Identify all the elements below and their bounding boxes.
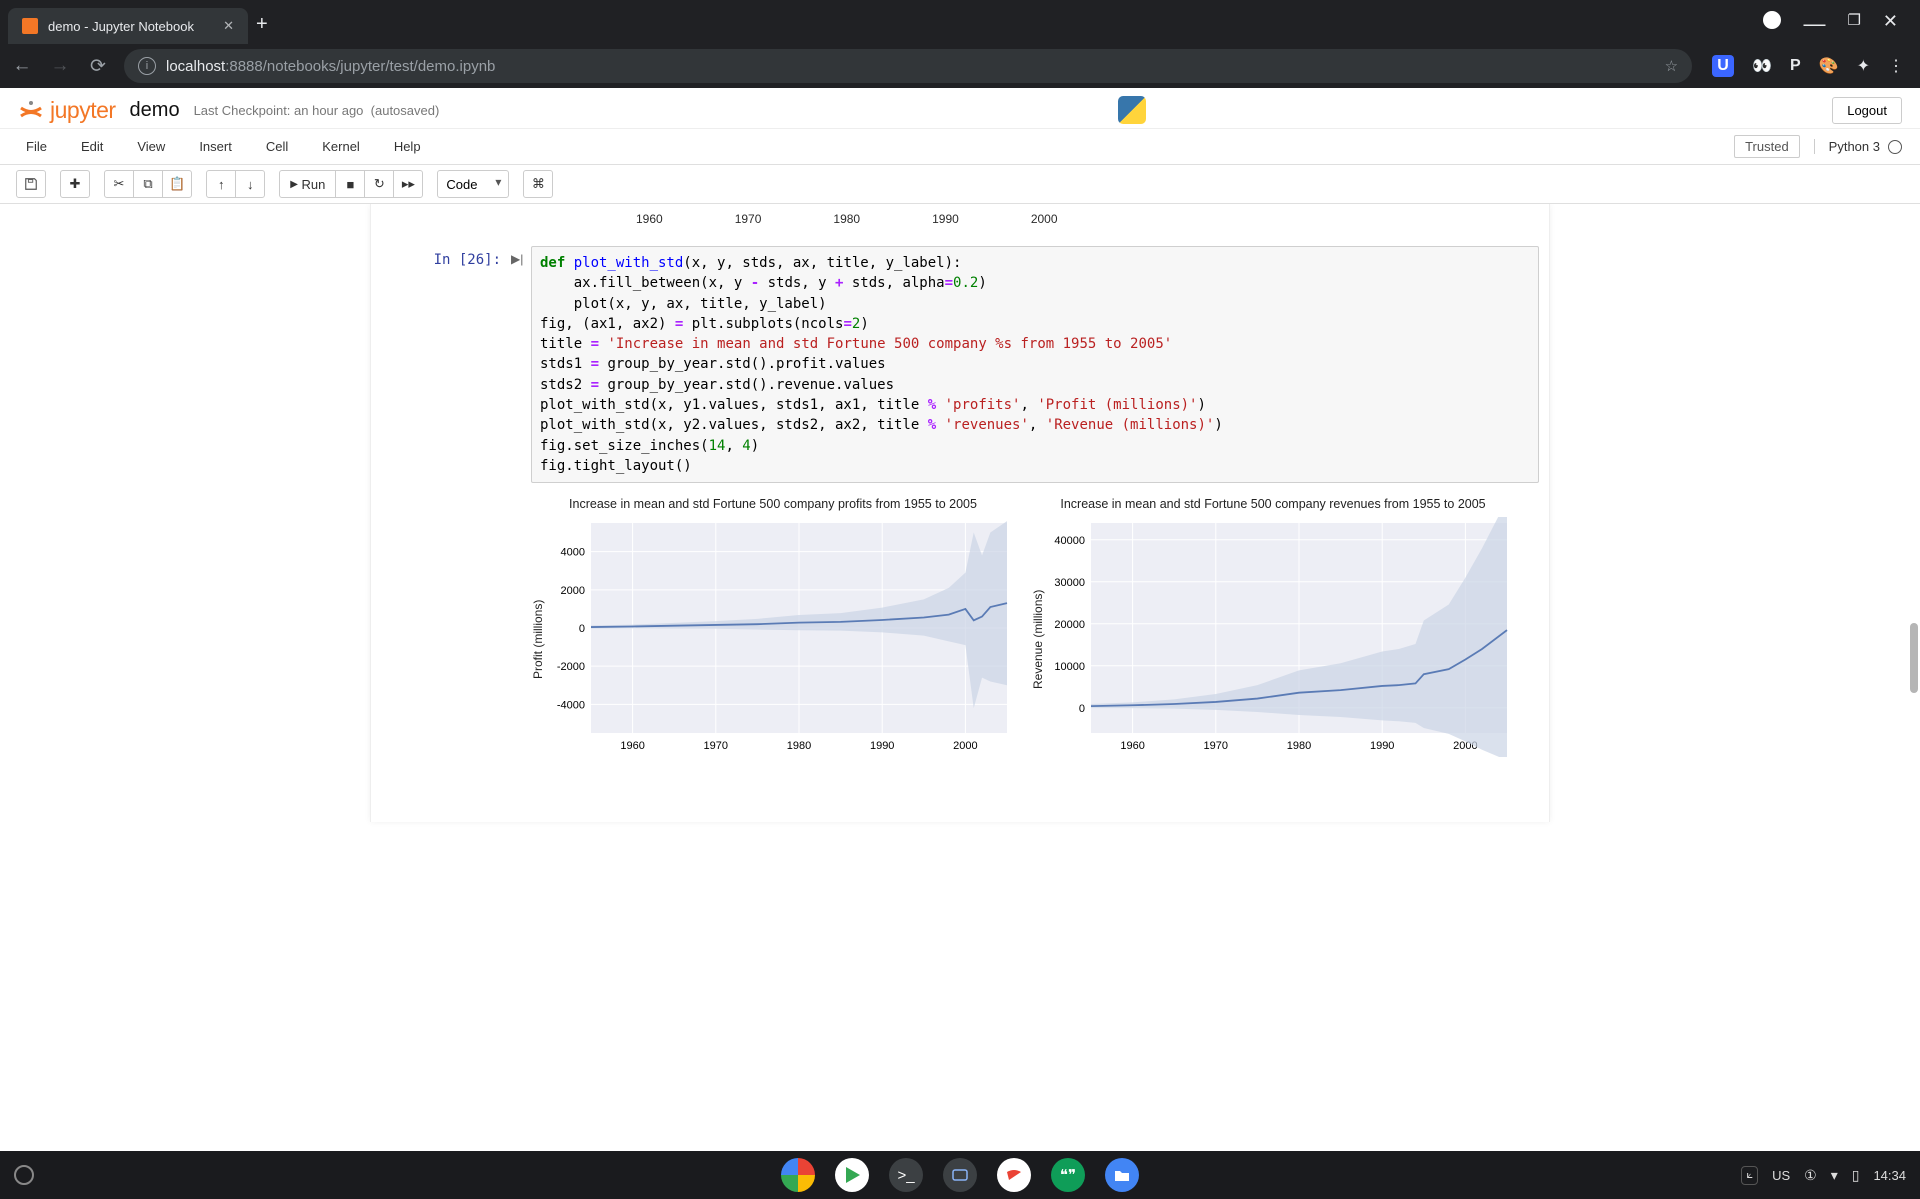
svg-text:10000: 10000 bbox=[1054, 661, 1085, 673]
url-text: localhost:8888/notebooks/jupyter/test/de… bbox=[166, 58, 495, 75]
svg-text:40000: 40000 bbox=[1054, 535, 1085, 547]
insert-cell-button[interactable]: ✚ bbox=[60, 170, 90, 198]
restart-button[interactable]: ↻ bbox=[364, 170, 394, 198]
app-chrome-icon[interactable] bbox=[781, 1158, 815, 1192]
site-info-icon[interactable]: i bbox=[138, 57, 156, 75]
maximize-icon[interactable]: ❐ bbox=[1847, 11, 1860, 37]
address-bar[interactable]: i localhost:8888/notebooks/jupyter/test/… bbox=[124, 49, 1692, 83]
svg-text:2000: 2000 bbox=[953, 740, 977, 752]
code-cell[interactable]: In [26]: ▶| def plot_with_std(x, y, stds… bbox=[381, 246, 1539, 483]
jupyter-logo[interactable]: jupyter bbox=[18, 97, 116, 124]
browser-tab[interactable]: demo - Jupyter Notebook ✕ bbox=[8, 8, 248, 44]
copy-button[interactable]: ⧉ bbox=[133, 170, 163, 198]
svg-text:1970: 1970 bbox=[1204, 740, 1228, 752]
plot-ylabel: Profit (millions) bbox=[531, 517, 545, 762]
app-playstore-icon[interactable] bbox=[835, 1158, 869, 1192]
battery-icon[interactable]: ▯ bbox=[1852, 1167, 1860, 1184]
move-down-button[interactable]: ↓ bbox=[235, 170, 265, 198]
app-files-icon[interactable] bbox=[1105, 1158, 1139, 1192]
plot-title: Increase in mean and std Fortune 500 com… bbox=[1031, 497, 1515, 511]
extensions-puzzle-icon[interactable]: ✦ bbox=[1857, 56, 1870, 76]
plot-title: Increase in mean and std Fortune 500 com… bbox=[531, 497, 1015, 511]
output-plot-1: Increase in mean and std Fortune 500 com… bbox=[1031, 497, 1515, 762]
svg-text:1960: 1960 bbox=[620, 740, 644, 752]
run-button[interactable]: ▶ Run bbox=[279, 170, 336, 198]
profile-badge-icon[interactable] bbox=[1763, 11, 1781, 29]
python-logo-icon bbox=[1118, 96, 1146, 124]
cell-output: Increase in mean and std Fortune 500 com… bbox=[531, 497, 1539, 762]
extension-p-icon[interactable]: P bbox=[1790, 57, 1801, 75]
logout-button[interactable]: Logout bbox=[1832, 97, 1902, 124]
bookmark-star-icon[interactable]: ☆ bbox=[1665, 57, 1678, 75]
svg-text:1970: 1970 bbox=[704, 740, 728, 752]
cut-button[interactable]: ✂ bbox=[104, 170, 134, 198]
menu-view[interactable]: View bbox=[137, 139, 165, 154]
cell-type-select[interactable]: Code bbox=[437, 170, 509, 198]
kernel-indicator[interactable]: Python 3 bbox=[1814, 139, 1902, 154]
plot-ylabel: Revenue (millions) bbox=[1031, 517, 1045, 762]
menu-help[interactable]: Help bbox=[394, 139, 421, 154]
paste-button[interactable]: 📋 bbox=[162, 170, 192, 198]
wifi-icon[interactable]: ▾ bbox=[1831, 1167, 1838, 1184]
svg-text:0: 0 bbox=[1079, 703, 1085, 715]
jupyter-logo-icon bbox=[18, 97, 44, 123]
toolbar: ✚ ✂ ⧉ 📋 ↑ ↓ ▶ Run ■ ↻ ▸▸ Code ⌘ bbox=[0, 165, 1920, 204]
cell-run-icon[interactable]: ▶| bbox=[511, 246, 531, 483]
checkpoint-text: Last Checkpoint: an hour ago (autosaved) bbox=[194, 103, 440, 118]
app-stadia-icon[interactable] bbox=[997, 1158, 1031, 1192]
extension-paint-icon[interactable]: 🎨 bbox=[1819, 56, 1839, 76]
forward-icon[interactable]: → bbox=[48, 55, 72, 77]
page-scrollbar[interactable] bbox=[1904, 88, 1920, 1151]
save-button[interactable] bbox=[16, 170, 46, 198]
svg-text:2000: 2000 bbox=[561, 585, 585, 597]
minimize-icon[interactable]: — bbox=[1803, 11, 1825, 37]
kernel-status-icon bbox=[1888, 140, 1902, 154]
input-prompt: In [26]: bbox=[381, 246, 511, 483]
app-terminal-icon[interactable]: >_ bbox=[889, 1158, 923, 1192]
svg-text:30000: 30000 bbox=[1054, 577, 1085, 589]
svg-text:20000: 20000 bbox=[1054, 619, 1085, 631]
close-window-icon[interactable]: ✕ bbox=[1883, 11, 1898, 37]
interrupt-button[interactable]: ■ bbox=[335, 170, 365, 198]
previous-output-xticks: 19601970198019902000 bbox=[381, 212, 1539, 226]
menu-file[interactable]: File bbox=[26, 139, 47, 154]
code-editor[interactable]: def plot_with_std(x, y, stds, ax, title,… bbox=[531, 246, 1539, 483]
menu-kernel[interactable]: Kernel bbox=[322, 139, 360, 154]
command-palette-button[interactable]: ⌘ bbox=[523, 170, 553, 198]
svg-text:0: 0 bbox=[579, 623, 585, 635]
tray-overflow-icon[interactable]: ⟀ bbox=[1741, 1166, 1758, 1185]
close-tab-icon[interactable]: ✕ bbox=[223, 18, 234, 34]
notifications-icon[interactable]: ① bbox=[1804, 1167, 1817, 1184]
trusted-badge[interactable]: Trusted bbox=[1734, 135, 1800, 158]
reload-icon[interactable]: ⟳ bbox=[86, 55, 110, 78]
clock[interactable]: 14:34 bbox=[1873, 1168, 1906, 1183]
launcher-icon[interactable] bbox=[14, 1165, 34, 1185]
svg-text:1980: 1980 bbox=[787, 740, 811, 752]
menu-insert[interactable]: Insert bbox=[199, 139, 232, 154]
svg-text:1990: 1990 bbox=[1370, 740, 1394, 752]
restart-run-all-button[interactable]: ▸▸ bbox=[393, 170, 423, 198]
svg-text:-4000: -4000 bbox=[557, 700, 585, 712]
svg-text:1960: 1960 bbox=[1120, 740, 1144, 752]
shelf-taskbar: >_ ❝❞ ⟀ US ① ▾ ▯ 14:34 bbox=[0, 1151, 1920, 1199]
menu-edit[interactable]: Edit bbox=[81, 139, 103, 154]
move-up-button[interactable]: ↑ bbox=[206, 170, 236, 198]
menu-cell[interactable]: Cell bbox=[266, 139, 288, 154]
back-icon[interactable]: ← bbox=[10, 55, 34, 77]
tab-title: demo - Jupyter Notebook bbox=[48, 19, 194, 34]
notebook-title[interactable]: demo bbox=[130, 99, 180, 122]
svg-text:4000: 4000 bbox=[561, 547, 585, 559]
input-language[interactable]: US bbox=[1772, 1168, 1790, 1183]
output-plot-0: Increase in mean and std Fortune 500 com… bbox=[531, 497, 1015, 762]
svg-text:1990: 1990 bbox=[870, 740, 894, 752]
app-webapp-icon[interactable] bbox=[943, 1158, 977, 1192]
jupyter-favicon bbox=[22, 18, 38, 34]
extension-eyes-icon[interactable]: 👀 bbox=[1752, 56, 1772, 76]
svg-text:1980: 1980 bbox=[1287, 740, 1311, 752]
new-tab-button[interactable]: + bbox=[256, 13, 268, 36]
extension-ublock-icon[interactable]: U bbox=[1712, 55, 1734, 77]
chrome-menu-icon[interactable]: ⋮ bbox=[1888, 56, 1904, 76]
app-messages-icon[interactable]: ❝❞ bbox=[1051, 1158, 1085, 1192]
svg-text:-2000: -2000 bbox=[557, 661, 585, 673]
